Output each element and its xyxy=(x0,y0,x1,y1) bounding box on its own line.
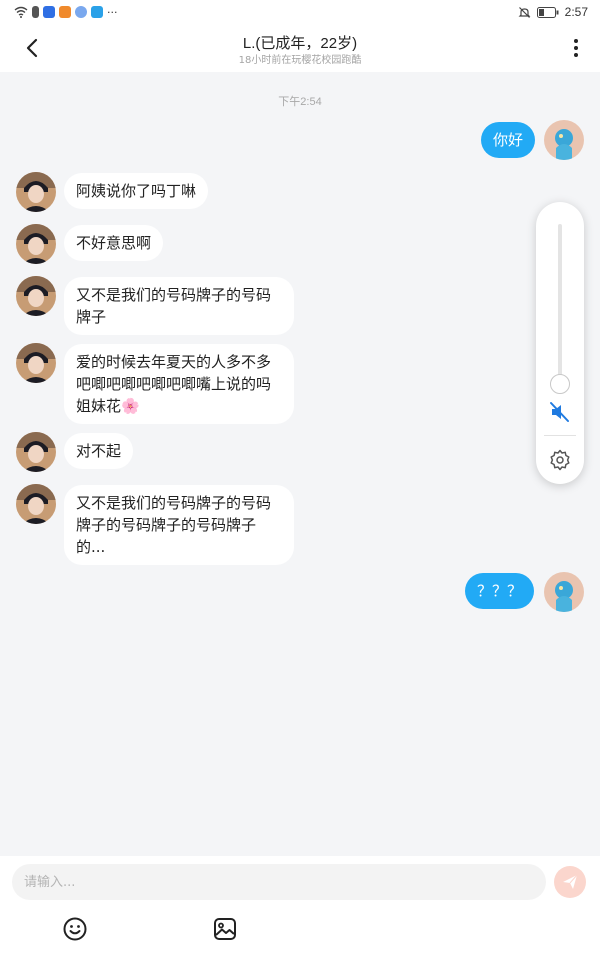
contact-avatar[interactable] xyxy=(16,172,56,212)
bell-off-icon xyxy=(518,6,531,18)
volume-slider-handle[interactable] xyxy=(550,374,570,394)
image-icon xyxy=(214,918,236,940)
message-bubble-outgoing[interactable]: ？？？ xyxy=(465,573,535,609)
send-icon xyxy=(563,874,578,889)
message-bubble-incoming[interactable]: 又不是我们的号码牌子的号码牌子 xyxy=(64,277,294,335)
contact-name: L.(已成年，22岁) xyxy=(242,35,358,52)
more-dots: ··· xyxy=(107,5,118,19)
volume-divider xyxy=(544,435,576,436)
contact-avatar[interactable] xyxy=(16,276,56,316)
status-icons-right: 2:57 xyxy=(518,5,588,19)
more-button[interactable] xyxy=(562,34,590,62)
message-bubble-incoming[interactable]: 又不是我们的号码牌子的号码牌子的号码牌子的号码牌子的... xyxy=(64,485,294,565)
volume-panel xyxy=(536,202,584,484)
message-bubble-incoming[interactable]: 对不起 xyxy=(64,433,134,469)
chat-header: L.(已成年，22岁) 18小时前在玩樱花校园跑酷 xyxy=(0,24,600,72)
contact-avatar[interactable] xyxy=(16,484,56,524)
status-bar: ··· 2:57 xyxy=(0,0,600,24)
contact-avatar[interactable] xyxy=(16,224,56,264)
status-time: 2:57 xyxy=(564,5,588,19)
app-icon-search xyxy=(91,6,103,18)
app-icon-blue xyxy=(43,6,55,18)
volume-mute-icon xyxy=(550,402,569,422)
emoji-icon xyxy=(63,917,87,941)
app-icon-music xyxy=(75,6,87,18)
message-bubble-incoming[interactable]: 阿姨说你了吗丁啉 xyxy=(64,173,209,209)
contact-status: 18小时前在玩樱花校园跑酷 xyxy=(238,55,362,66)
send-button[interactable] xyxy=(554,866,586,898)
input-bar xyxy=(0,856,600,960)
status-icons-left: ··· xyxy=(14,6,118,19)
message-input[interactable] xyxy=(12,864,546,900)
volume-settings-button[interactable] xyxy=(548,448,572,472)
volume-slider-track[interactable] xyxy=(558,224,562,386)
emoji-button[interactable] xyxy=(62,916,88,942)
contact-avatar[interactable] xyxy=(16,432,56,472)
message-bubble-outgoing[interactable]: 你好 xyxy=(481,122,536,158)
message-bubble-incoming[interactable]: 爱的时候去年夏天的人多不多吧唧吧唧吧唧吧唧嘴上说的吗姐妹花🌸 xyxy=(64,344,294,424)
volume-mute-button[interactable] xyxy=(548,400,572,424)
sim-icon xyxy=(32,6,39,18)
my-avatar[interactable] xyxy=(544,572,584,612)
app-icon-orange xyxy=(59,6,71,18)
message-bubble-incoming[interactable]: 不好意思啊 xyxy=(64,225,164,261)
more-vertical-icon xyxy=(574,39,578,57)
contact-avatar[interactable] xyxy=(16,343,56,383)
settings-gear-icon xyxy=(550,449,570,471)
battery-icon xyxy=(536,6,559,18)
wifi-icon xyxy=(14,6,28,18)
message-timestamp: 下午2:54 xyxy=(278,96,322,108)
chat-area[interactable]: 下午2:54 你好 阿姨说你了吗丁啉 不好意思啊 又不是我们的号码牌子的号码牌子… xyxy=(0,72,600,856)
image-button[interactable] xyxy=(212,916,238,942)
my-avatar[interactable] xyxy=(544,120,584,160)
